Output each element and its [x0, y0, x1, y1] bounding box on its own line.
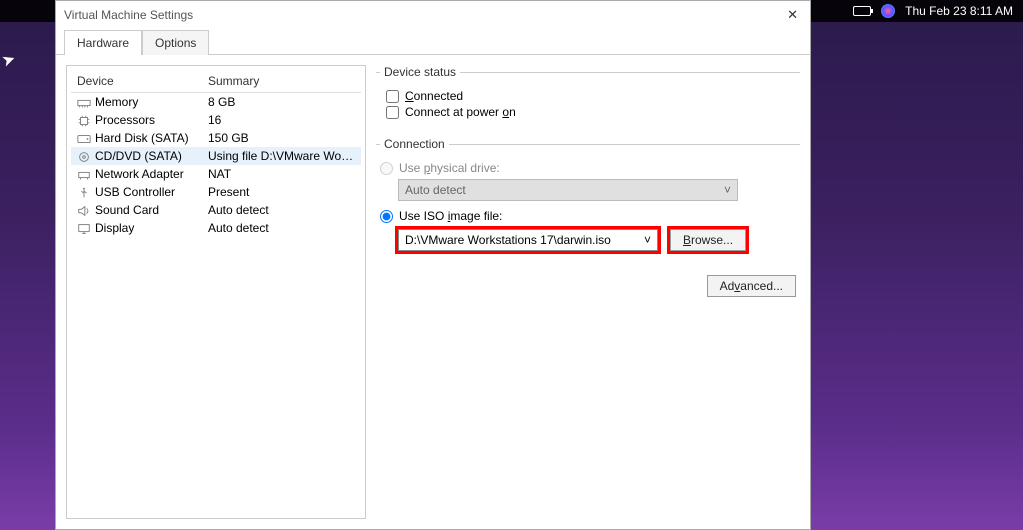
- table-row[interactable]: Hard Disk (SATA) 150 GB: [71, 129, 361, 147]
- device-summary: Auto detect: [202, 201, 361, 219]
- device-name: Display: [95, 221, 134, 235]
- use-iso-radio[interactable]: Use ISO image file:: [380, 209, 796, 223]
- table-row[interactable]: Memory 8 GB: [71, 93, 361, 112]
- chevron-down-icon: ˅: [644, 233, 651, 247]
- device-summary: NAT: [202, 165, 361, 183]
- device-status-legend: Device status: [380, 65, 460, 79]
- connect-at-poweron-checkbox[interactable]: Connect at power on: [386, 105, 796, 119]
- device-summary: 16: [202, 111, 361, 129]
- memory-icon: [77, 97, 91, 109]
- cursor-icon: ➤: [0, 48, 18, 71]
- close-button[interactable]: ✕: [783, 7, 802, 23]
- device-name: Sound Card: [95, 203, 159, 217]
- device-name: Processors: [95, 113, 155, 127]
- siri-icon: [881, 4, 895, 18]
- device-summary: 8 GB: [202, 93, 361, 112]
- dialog-titlebar[interactable]: Virtual Machine Settings ✕: [56, 1, 810, 29]
- device-name: Network Adapter: [95, 167, 184, 181]
- use-iso-radio-input[interactable]: [380, 210, 393, 223]
- device-name: USB Controller: [95, 185, 175, 199]
- connection-legend: Connection: [380, 137, 449, 151]
- physical-drive-combo[interactable]: Auto detect ˅: [398, 179, 738, 201]
- table-row[interactable]: CD/DVD (SATA) Using file D:\VMware Works…: [71, 147, 361, 165]
- device-summary: Using file D:\VMware Worksta...: [202, 147, 361, 165]
- table-row[interactable]: USB Controller Present: [71, 183, 361, 201]
- physical-drive-value: Auto detect: [405, 183, 466, 197]
- chevron-down-icon: ˅: [724, 183, 731, 197]
- device-name: Hard Disk (SATA): [95, 131, 189, 145]
- use-physical-radio-input[interactable]: [380, 162, 393, 175]
- col-device[interactable]: Device: [71, 70, 202, 93]
- device-summary: 150 GB: [202, 129, 361, 147]
- device-list-panel: Device Summary Memory 8 GB Processors 16…: [66, 65, 366, 519]
- browse-button[interactable]: Browse...: [670, 229, 746, 251]
- use-physical-radio[interactable]: Use physical drive:: [380, 161, 796, 175]
- hdd-icon: [77, 133, 91, 145]
- device-summary: Auto detect: [202, 219, 361, 237]
- device-name: CD/DVD (SATA): [95, 149, 182, 163]
- tabs-bar: Hardware Options: [56, 29, 810, 55]
- cd-icon: [77, 151, 91, 163]
- advanced-button[interactable]: Advanced...: [707, 275, 796, 297]
- table-row[interactable]: Network Adapter NAT: [71, 165, 361, 183]
- connected-checkbox-input[interactable]: [386, 90, 399, 103]
- iso-path-value: D:\VMware Workstations 17\darwin.iso: [405, 233, 611, 247]
- device-status-group: Device status Connected Connect at power…: [376, 65, 800, 131]
- menubar-datetime: Thu Feb 23 8:11 AM: [905, 4, 1013, 18]
- connected-checkbox[interactable]: Connected: [386, 89, 796, 103]
- usb-icon: [77, 187, 91, 199]
- tab-hardware[interactable]: Hardware: [64, 30, 142, 55]
- connect-poweron-checkbox-input[interactable]: [386, 106, 399, 119]
- connection-group: Connection Use physical drive: Auto dete…: [376, 137, 800, 307]
- battery-icon: [853, 6, 871, 16]
- dialog-title: Virtual Machine Settings: [64, 8, 193, 22]
- iso-path-combo[interactable]: D:\VMware Workstations 17\darwin.iso ˅: [398, 229, 658, 251]
- col-summary[interactable]: Summary: [202, 70, 361, 93]
- network-icon: [77, 169, 91, 181]
- device-name: Memory: [95, 95, 138, 109]
- display-icon: [77, 223, 91, 235]
- vm-settings-dialog: Virtual Machine Settings ✕ Hardware Opti…: [55, 0, 811, 530]
- cpu-icon: [77, 115, 91, 127]
- sound-icon: [77, 205, 91, 217]
- table-row[interactable]: Display Auto detect: [71, 219, 361, 237]
- table-row[interactable]: Sound Card Auto detect: [71, 201, 361, 219]
- table-row[interactable]: Processors 16: [71, 111, 361, 129]
- tab-options[interactable]: Options: [142, 30, 209, 55]
- device-summary: Present: [202, 183, 361, 201]
